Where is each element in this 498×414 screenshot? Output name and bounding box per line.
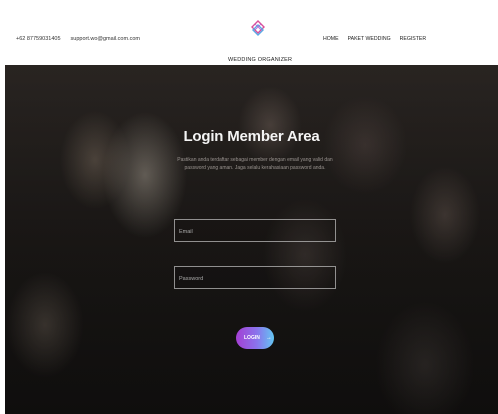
nav-home[interactable]: HOME <box>323 36 339 42</box>
phone-number: +62 87759031405 <box>16 36 61 42</box>
email-input[interactable] <box>175 221 335 243</box>
login-title: Login Member Area <box>183 128 320 145</box>
main-nav: HOME PAKET WEDDING REGISTER <box>323 36 426 42</box>
wedding-logo-icon <box>251 20 265 36</box>
contact-info: +62 87759031405 support.wo@gmail.com.com <box>16 36 140 42</box>
login-subtitle: Pastikan anda terdaftar sebagai member d… <box>177 157 333 171</box>
login-button[interactable]: LOGIN → <box>236 327 274 349</box>
nav-paket-wedding[interactable]: PAKET WEDDING <box>348 36 391 42</box>
email-field-wrapper <box>174 219 336 243</box>
login-button-label: LOGIN <box>244 335 260 341</box>
brand[interactable]: WEDDING ORGANIZER <box>228 20 293 63</box>
arrow-right-icon: → <box>265 335 272 341</box>
top-navbar: +62 87759031405 support.wo@gmail.com.com… <box>0 8 498 65</box>
brand-name: WEDDING ORGANIZER <box>228 57 293 63</box>
password-input[interactable] <box>175 268 335 290</box>
support-email: support.wo@gmail.com.com <box>70 36 140 42</box>
password-field-wrapper <box>174 266 336 290</box>
nav-register[interactable]: REGISTER <box>400 36 427 42</box>
